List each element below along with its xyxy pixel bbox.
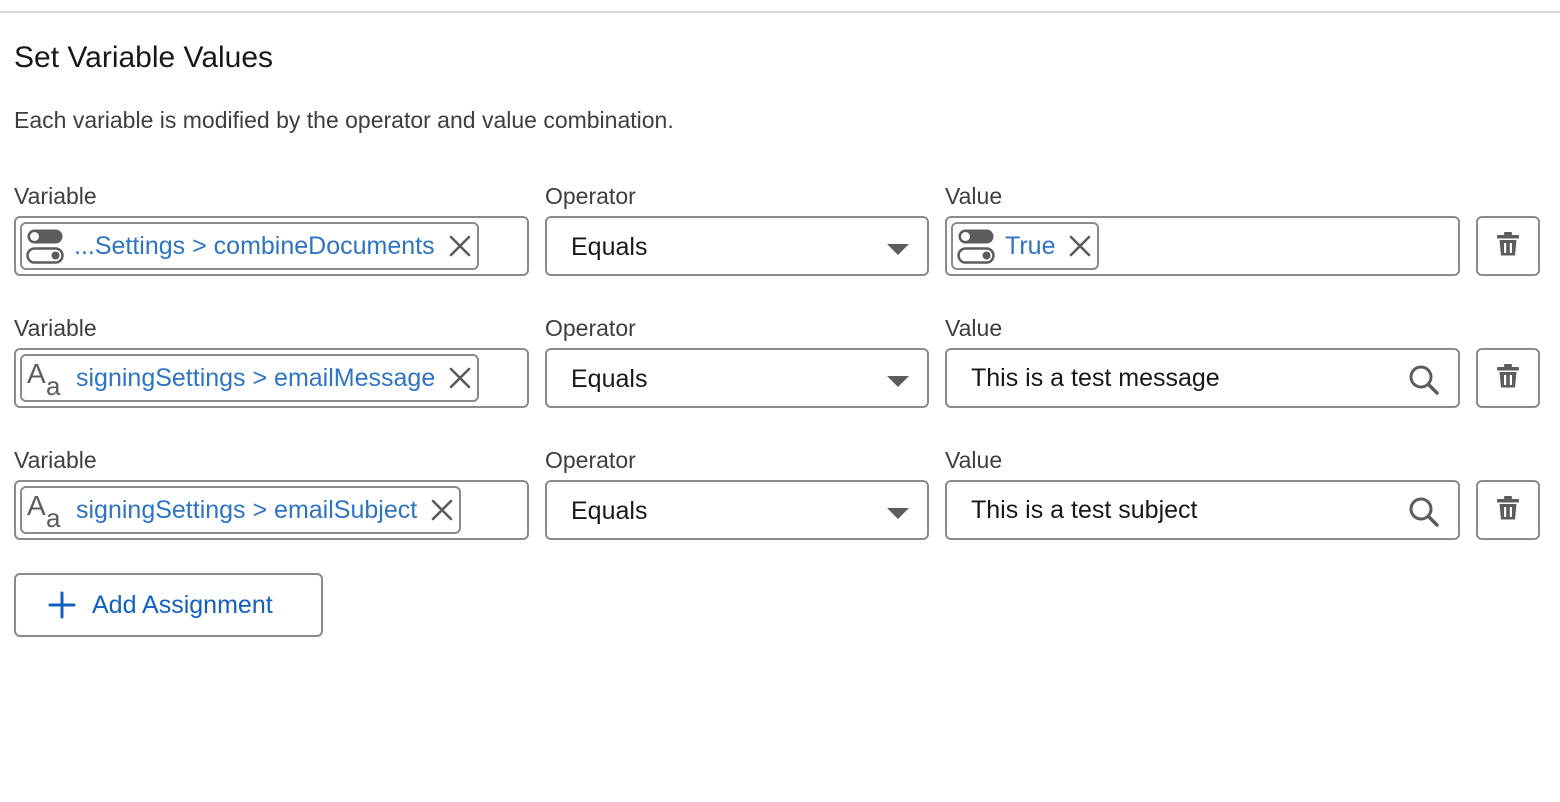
operator-value: Equals (571, 497, 648, 525)
trash-icon (1496, 363, 1520, 394)
trash-icon (1496, 231, 1520, 262)
variable-pill[interactable]: A a signingSettings > emailSubject (20, 486, 462, 534)
delete-assignment-button[interactable] (1476, 348, 1540, 408)
text-type-icon: A a (26, 359, 66, 397)
variable-lookup[interactable]: ...Settings > combineDocuments (14, 216, 529, 276)
toggle-icon (26, 228, 64, 264)
top-divider (0, 11, 1560, 13)
chevron-down-icon (887, 244, 909, 255)
operator-label: Operator (545, 447, 636, 473)
value-input[interactable] (971, 362, 1391, 394)
operator-select[interactable]: Equals (545, 216, 929, 276)
value-label: Value (945, 183, 1003, 209)
plus-icon (48, 591, 76, 619)
variable-label: Variable (14, 447, 97, 473)
chevron-down-icon (887, 508, 909, 519)
assignment-row: Variable Operator Value ...Settings > co… (0, 182, 1560, 302)
variable-lookup[interactable]: A a signingSettings > emailMessage (14, 348, 529, 408)
variable-label: Variable (14, 315, 97, 341)
value-input[interactable] (971, 494, 1391, 526)
remove-icon[interactable] (449, 235, 471, 257)
variable-lookup[interactable]: A a signingSettings > emailSubject (14, 480, 529, 540)
operator-select[interactable]: Equals (545, 348, 929, 408)
value-input-box[interactable] (945, 348, 1460, 408)
value-label: Value (945, 447, 1003, 473)
variable-pill[interactable]: A a signingSettings > emailMessage (20, 354, 480, 402)
section-description: Each variable is modified by the operato… (14, 107, 674, 133)
remove-icon[interactable] (1069, 235, 1091, 257)
text-type-icon: A a (26, 491, 66, 529)
value-pill-label: True (1005, 232, 1056, 260)
variable-label: Variable (14, 183, 97, 209)
remove-icon[interactable] (449, 367, 471, 389)
add-assignment-button[interactable]: Add Assignment (14, 573, 323, 637)
variable-pill[interactable]: ...Settings > combineDocuments (20, 222, 479, 270)
svg-text:A: A (27, 359, 46, 389)
chevron-down-icon (887, 376, 909, 387)
variable-pill-label: signingSettings > emailSubject (76, 496, 418, 524)
section-title: Set Variable Values (14, 41, 274, 74)
remove-icon[interactable] (431, 499, 453, 521)
svg-text:a: a (46, 371, 61, 397)
value-lookup[interactable]: True (945, 216, 1460, 276)
search-icon (1408, 496, 1440, 528)
search-icon (1408, 364, 1440, 396)
operator-value: Equals (571, 365, 648, 393)
variable-pill-label: signingSettings > emailMessage (76, 364, 436, 392)
operator-label: Operator (545, 315, 636, 341)
delete-assignment-button[interactable] (1476, 216, 1540, 276)
variable-pill-label: ...Settings > combineDocuments (74, 232, 435, 260)
operator-value: Equals (571, 233, 648, 261)
assignment-row: Variable Operator Value A a signingSetti… (0, 446, 1560, 566)
svg-text:A: A (27, 491, 46, 521)
delete-assignment-button[interactable] (1476, 480, 1540, 540)
toggle-icon (957, 228, 995, 264)
add-assignment-label: Add Assignment (92, 591, 273, 619)
svg-text:a: a (46, 503, 61, 529)
operator-label: Operator (545, 183, 636, 209)
value-pill[interactable]: True (951, 222, 1100, 270)
value-label: Value (945, 315, 1003, 341)
value-input-box[interactable] (945, 480, 1460, 540)
assignment-row: Variable Operator Value A a signingSetti… (0, 314, 1560, 434)
operator-select[interactable]: Equals (545, 480, 929, 540)
trash-icon (1496, 495, 1520, 526)
